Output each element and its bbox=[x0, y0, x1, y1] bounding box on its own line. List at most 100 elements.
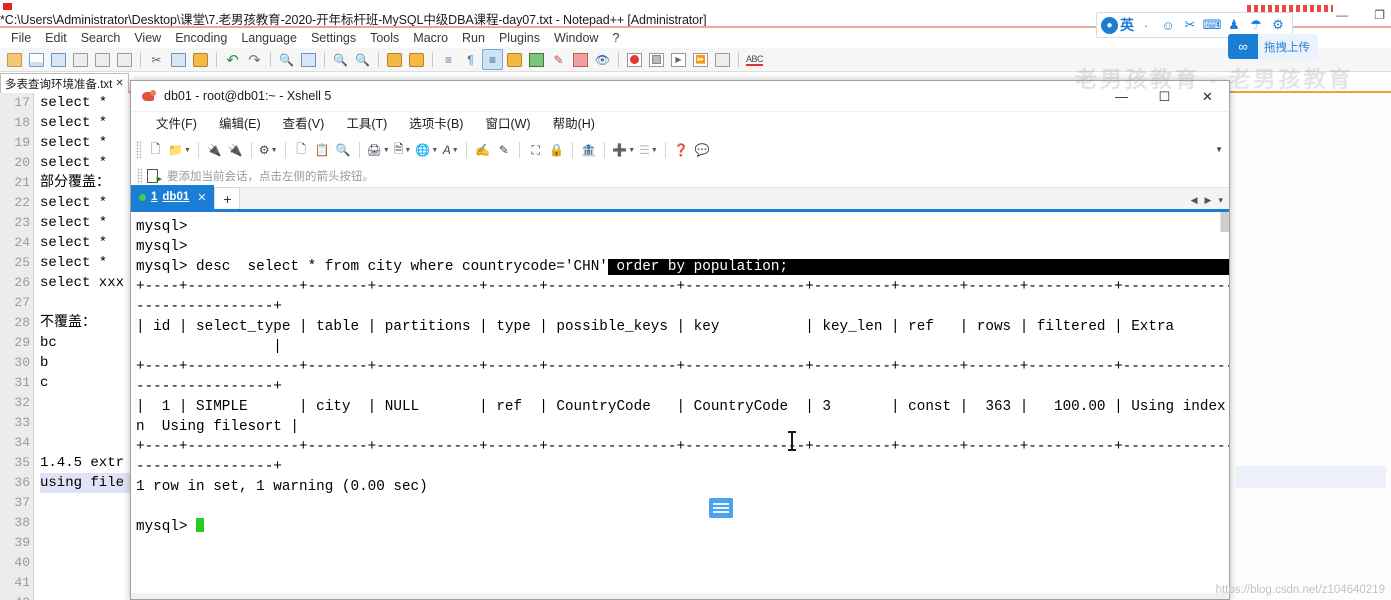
play-macro-icon[interactable]: ▶ bbox=[668, 49, 689, 70]
xshell-menu-window[interactable]: 窗口(W) bbox=[474, 112, 541, 136]
save-icon[interactable] bbox=[26, 49, 47, 70]
cut-icon[interactable]: ✂ bbox=[146, 49, 167, 70]
menu-search[interactable]: Search bbox=[74, 29, 128, 48]
menu-settings[interactable]: Settings bbox=[304, 29, 363, 48]
xshell-menu-tools[interactable]: 工具(T) bbox=[335, 112, 398, 136]
xshell-title-bar[interactable]: db01 - root@db01:~ - Xshell 5 — ☐ ✕ bbox=[131, 81, 1229, 112]
tab-list-icon[interactable]: ▾ bbox=[1218, 195, 1223, 206]
menu-tools[interactable]: Tools bbox=[363, 29, 406, 48]
feedback-icon[interactable]: 💬 bbox=[692, 139, 713, 161]
close-icon[interactable]: ✕ bbox=[197, 191, 206, 204]
zoom-in-icon[interactable]: 🔍 bbox=[330, 49, 351, 70]
terminal-scrollbar[interactable] bbox=[1220, 212, 1229, 232]
disconnect-icon[interactable]: 🔌 bbox=[225, 139, 246, 161]
add-session-icon[interactable] bbox=[147, 169, 162, 183]
user-icon[interactable]: ♟ bbox=[1224, 15, 1244, 35]
session-properties-icon[interactable]: ⚙ ▼ bbox=[257, 139, 280, 161]
record-macro-icon[interactable] bbox=[624, 49, 645, 70]
doc-map-icon[interactable] bbox=[526, 49, 547, 70]
show-all-chars-icon[interactable]: ¶ bbox=[460, 49, 481, 70]
fullscreen-icon[interactable]: ⛶ bbox=[525, 139, 546, 161]
lock-icon[interactable]: 🔒 bbox=[546, 139, 567, 161]
xshell-minimize-button[interactable]: — bbox=[1100, 81, 1143, 112]
gear-icon[interactable]: ⚙ bbox=[1268, 15, 1288, 35]
menu-view[interactable]: View bbox=[127, 29, 168, 48]
xshell-menu-edit[interactable]: 编辑(E) bbox=[208, 112, 272, 136]
menu-window[interactable]: Window bbox=[547, 29, 605, 48]
xshell-menu-help[interactable]: 帮助(H) bbox=[542, 112, 606, 136]
send-key-all-icon[interactable]: ✎ bbox=[493, 139, 514, 161]
copy-icon[interactable] bbox=[168, 49, 189, 70]
close-all-icon[interactable] bbox=[92, 49, 113, 70]
toolbar-grip[interactable] bbox=[136, 141, 141, 159]
menu-edit[interactable]: Edit bbox=[38, 29, 74, 48]
monitor-icon[interactable]: 👁 bbox=[592, 49, 613, 70]
help-icon[interactable]: ❓ bbox=[671, 139, 692, 161]
file-transfer-icon[interactable]: 🏦 bbox=[578, 139, 599, 161]
log-icon[interactable]: 🗎 ▼ bbox=[392, 139, 414, 161]
open-session-icon[interactable]: 📁 ▼ bbox=[166, 139, 193, 161]
xshell-close-button[interactable]: ✕ bbox=[1186, 81, 1229, 112]
skin-icon[interactable]: ☂ bbox=[1246, 15, 1266, 35]
editor-tab[interactable]: 多表查询环境准备.txt ✕ bbox=[0, 73, 129, 93]
new-file-icon[interactable] bbox=[4, 49, 25, 70]
menu-file[interactable]: File bbox=[4, 29, 38, 48]
word-wrap-icon[interactable]: ≡ bbox=[438, 49, 459, 70]
stop-macro-icon[interactable] bbox=[646, 49, 667, 70]
replace-icon[interactable] bbox=[298, 49, 319, 70]
scissors-icon[interactable]: ✂ bbox=[1180, 15, 1200, 35]
scrollbar-thumb[interactable] bbox=[1221, 212, 1229, 232]
menu-plugins[interactable]: Plugins bbox=[492, 29, 547, 48]
spellcheck-icon[interactable]: ABC bbox=[744, 49, 765, 70]
sync-scroll-h-icon[interactable] bbox=[406, 49, 427, 70]
redo-icon[interactable]: ↷ bbox=[244, 49, 265, 70]
zoom-out-icon[interactable]: 🔍 bbox=[352, 49, 373, 70]
xshell-menu-view[interactable]: 查看(V) bbox=[272, 112, 336, 136]
copy-icon[interactable]: 🗋 bbox=[291, 139, 312, 161]
keyboard-icon[interactable]: ⌨ bbox=[1202, 15, 1222, 35]
npp-minimize-button[interactable]: — bbox=[1336, 8, 1348, 22]
xshell-menu-tabs[interactable]: 选项卡(B) bbox=[398, 112, 474, 136]
tab-next-icon[interactable]: ▶ bbox=[1205, 195, 1212, 206]
ime-logo-icon[interactable]: ● bbox=[1101, 16, 1118, 34]
folder-as-workspace-icon[interactable] bbox=[570, 49, 591, 70]
new-session-tab-button[interactable]: + bbox=[214, 187, 241, 209]
drag-upload-widget[interactable]: ∞ 拖拽上传 bbox=[1228, 34, 1318, 59]
print-icon[interactable]: 🖨 ▼ bbox=[365, 139, 392, 161]
ime-language-indicator[interactable]: 英 bbox=[1120, 15, 1134, 35]
send-key-icon[interactable]: ✍ bbox=[472, 139, 493, 161]
user-dialog-icon[interactable] bbox=[504, 49, 525, 70]
save-all-icon[interactable] bbox=[48, 49, 69, 70]
menu-help[interactable]: ? bbox=[605, 29, 626, 48]
npp-restore-button[interactable]: ❐ bbox=[1374, 8, 1385, 22]
ime-mode-icon[interactable]: · bbox=[1136, 15, 1156, 35]
tab-prev-icon[interactable]: ◀ bbox=[1191, 195, 1198, 206]
arrange-icon[interactable]: ☰ ▼ bbox=[637, 139, 660, 161]
hint-grip[interactable] bbox=[137, 167, 142, 184]
connect-icon[interactable]: 🔌 bbox=[204, 139, 225, 161]
web-icon[interactable]: 🌐 ▼ bbox=[413, 139, 440, 161]
save-macro-icon[interactable] bbox=[712, 49, 733, 70]
xshell-maximize-button[interactable]: ☐ bbox=[1143, 81, 1186, 112]
find-icon[interactable]: 🔍 bbox=[333, 139, 354, 161]
find-icon[interactable]: 🔍 bbox=[276, 49, 297, 70]
terminal-output[interactable]: mysql> mysql> mysql> desc select * from ci… bbox=[131, 212, 1229, 593]
menu-macro[interactable]: Macro bbox=[406, 29, 455, 48]
func-list-icon[interactable]: ✎ bbox=[548, 49, 569, 70]
print-icon[interactable] bbox=[114, 49, 135, 70]
emoji-icon[interactable]: ☺ bbox=[1158, 15, 1178, 35]
new-session-icon[interactable]: 🗋 bbox=[145, 139, 166, 161]
undo-icon[interactable]: ↶ bbox=[222, 49, 243, 70]
close-file-icon[interactable] bbox=[70, 49, 91, 70]
toolbar-overflow-icon[interactable]: ▼ bbox=[1215, 145, 1223, 154]
paste-icon[interactable]: 📋 bbox=[312, 139, 333, 161]
sync-scroll-v-icon[interactable] bbox=[384, 49, 405, 70]
new-tab-icon[interactable]: ➕ ▼ bbox=[610, 139, 637, 161]
font-icon[interactable]: A ▼ bbox=[440, 139, 461, 161]
menu-language[interactable]: Language bbox=[234, 29, 304, 48]
menu-run[interactable]: Run bbox=[455, 29, 492, 48]
xshell-menu-file[interactable]: 文件(F) bbox=[145, 112, 208, 136]
close-icon[interactable]: ✕ bbox=[115, 78, 123, 89]
fast-playback-icon[interactable]: ⏩ bbox=[690, 49, 711, 70]
paste-icon[interactable] bbox=[190, 49, 211, 70]
